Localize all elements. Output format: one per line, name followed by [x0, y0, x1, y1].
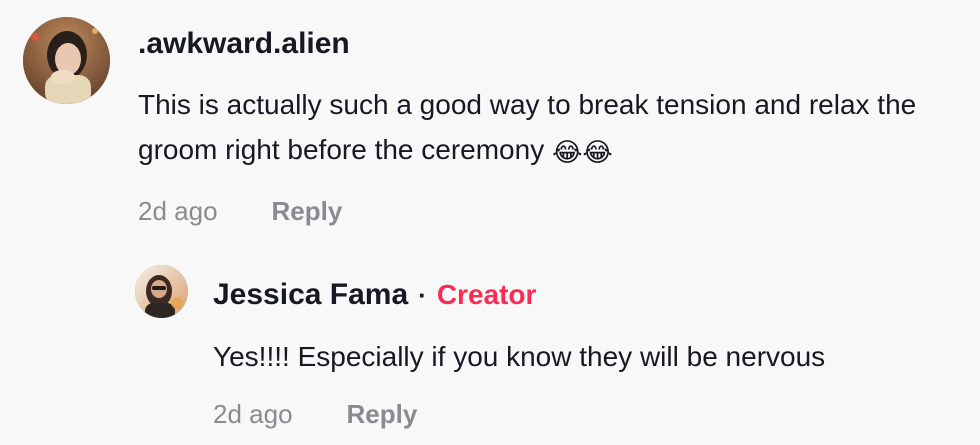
creator-avatar-photo-icon — [135, 265, 188, 318]
reply-button[interactable]: Reply — [272, 195, 343, 227]
reply-meta: 2d ago Reply — [213, 398, 417, 430]
reply-username[interactable]: Jessica Fama — [213, 277, 408, 313]
comments-section: .awkward.alien This is actually such a g… — [0, 0, 980, 445]
comment-meta: 2d ago Reply — [138, 195, 342, 227]
comment-timestamp: 2d ago — [138, 196, 218, 226]
commenter-avatar[interactable] — [23, 17, 110, 104]
reply-text: Yes!!!! Especially if you know they will… — [213, 341, 826, 372]
commenter-username[interactable]: .awkward.alien — [138, 26, 350, 62]
reply-timestamp: 2d ago — [213, 399, 293, 429]
user-avatar-photo-icon — [23, 17, 110, 104]
comment-body: This is actually such a good way to brea… — [138, 89, 917, 165]
laughing-emoji-icon: 😂😂 — [552, 138, 613, 168]
separator-dot: · — [418, 280, 427, 310]
reply-to-reply-button[interactable]: Reply — [347, 398, 418, 430]
creator-avatar[interactable] — [135, 265, 188, 318]
reply-header: Jessica Fama · Creator — [213, 277, 536, 313]
comment-text: This is actually such a good way to brea… — [138, 82, 968, 172]
comment-thread: .awkward.alien This is actually such a g… — [0, 0, 980, 445]
creator-badge: Creator — [436, 279, 537, 310]
